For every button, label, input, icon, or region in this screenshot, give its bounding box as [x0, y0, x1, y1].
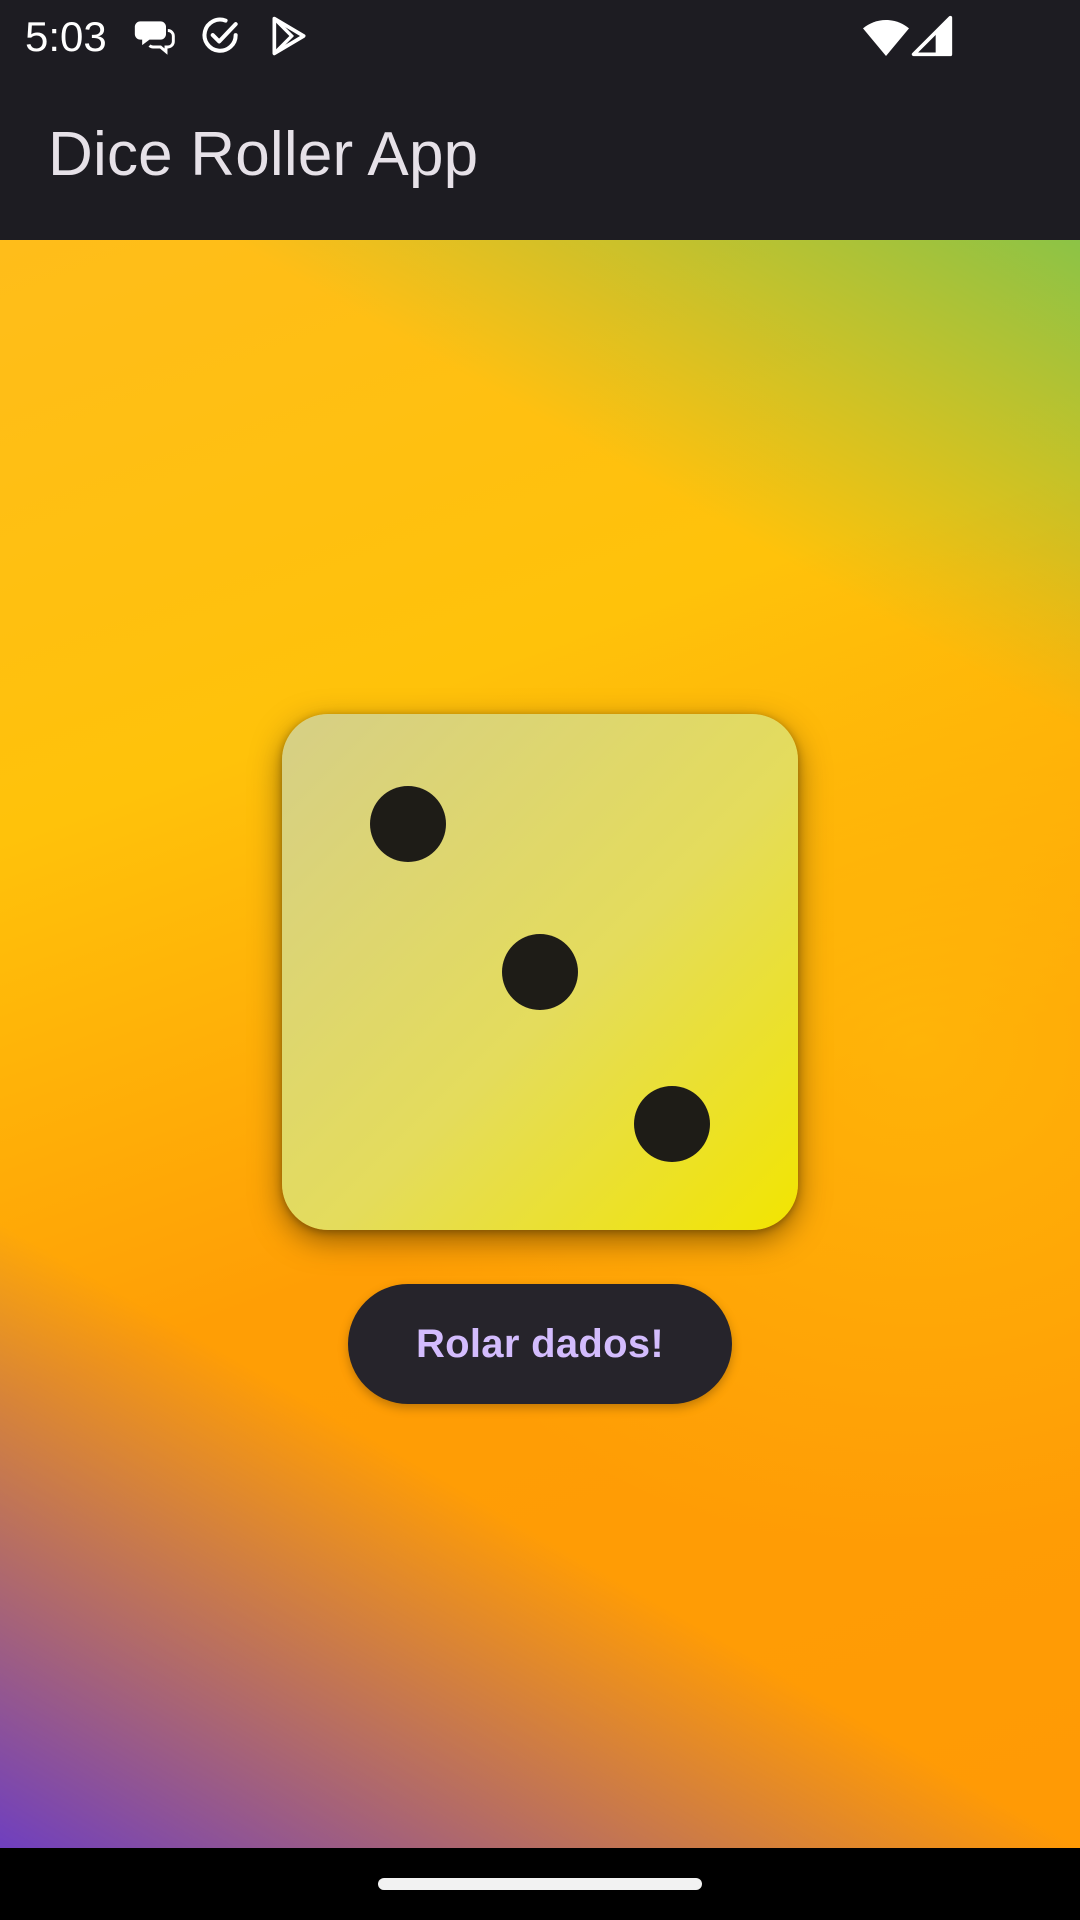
- roll-dice-button[interactable]: Rolar dados!: [348, 1284, 732, 1404]
- check-circle-icon: [199, 14, 243, 58]
- cell-signal-icon: [910, 14, 954, 58]
- dice-pip: [634, 1086, 710, 1162]
- dice-pip: [370, 786, 446, 862]
- home-gesture-handle[interactable]: [378, 1878, 702, 1890]
- status-time: 5:03: [25, 13, 107, 60]
- screen: 5:03 Dice Roller App Rolar dados!: [0, 0, 1080, 1920]
- navigation-bar: [0, 1848, 1080, 1920]
- dice-pip: [502, 934, 578, 1010]
- app-bar: Dice Roller App: [0, 74, 1080, 240]
- status-bar: 5:03: [0, 0, 1080, 74]
- chat-bubbles-icon: [133, 14, 177, 58]
- app-title: Dice Roller App: [48, 120, 479, 189]
- play-store-icon: [267, 14, 311, 58]
- dice-image: [282, 714, 798, 1230]
- wifi-icon: [862, 14, 910, 58]
